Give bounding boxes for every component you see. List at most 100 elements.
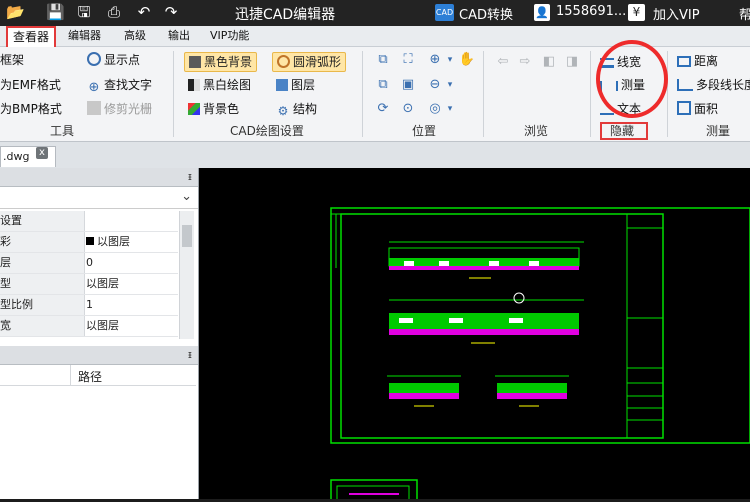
rotate-icon[interactable]: ⟳ — [374, 100, 392, 118]
frame-label: 框架 — [0, 53, 25, 67]
document-tab-label: .dwg — [3, 150, 30, 163]
pan-hand-icon[interactable]: ✋ — [458, 51, 476, 69]
yen-icon[interactable]: ¥ — [628, 4, 645, 21]
position-group-label: 位置 — [412, 124, 437, 138]
object-select-dropdown[interactable]: ⌄ — [0, 188, 198, 209]
structure-icon: ⚙ — [277, 104, 289, 118]
black-background-button[interactable]: 黑色背景 — [184, 52, 258, 72]
column-divider — [70, 365, 71, 385]
zoom-previous-icon[interactable]: ⧉ — [374, 76, 392, 94]
polyline-length-button[interactable]: 多段线长度 — [677, 76, 750, 94]
previous-page-icon[interactable]: ◧ — [540, 53, 558, 71]
zoom-out-dropdown-icon[interactable]: ▾ — [441, 76, 459, 94]
bg-color-icon — [188, 103, 200, 115]
property-row[interactable]: 型以图层 — [0, 274, 178, 295]
scale-dropdown-icon[interactable]: ▾ — [441, 100, 459, 118]
redo-icon[interactable]: ↷ — [162, 3, 180, 21]
property-key: 型 — [0, 274, 85, 294]
tab-output[interactable]: 输出 — [168, 28, 190, 44]
ribbon-divider — [173, 51, 174, 137]
tab-advanced[interactable]: 高级 — [124, 28, 146, 44]
trim-raster-icon — [87, 101, 101, 115]
cad-convert-icon[interactable]: CAD — [435, 4, 454, 21]
property-value-color: 以图层 — [86, 232, 130, 252]
property-row[interactable]: 型比例 1 — [0, 295, 178, 316]
area-button[interactable]: 面积 — [677, 100, 718, 118]
path-column-header[interactable]: 路径 — [78, 368, 102, 385]
measure-group-label: 测量 — [706, 124, 731, 138]
layers-button[interactable]: 图层 — [276, 76, 315, 94]
property-row[interactable]: 彩以图层 — [0, 232, 178, 253]
zoom-window-icon[interactable]: ⧉ — [374, 51, 392, 69]
forward-arrow-icon[interactable]: ⇨ — [516, 53, 534, 71]
undo-icon[interactable]: ↶ — [135, 3, 153, 21]
account-name[interactable]: 1558691... — [556, 4, 626, 19]
layers-label: 图层 — [291, 78, 316, 92]
scrollbar-thumb[interactable] — [182, 225, 192, 247]
distance-icon — [677, 56, 691, 67]
show-points-label: 显示点 — [104, 53, 141, 67]
bw-icon — [188, 79, 200, 91]
pin-icon[interactable]: ᵻ — [188, 170, 192, 183]
save-icon[interactable]: 💾 — [46, 3, 65, 21]
show-points-button[interactable]: 显示点 — [87, 51, 140, 69]
zoom-extents-icon[interactable]: ⛶ — [399, 51, 417, 69]
polyline-label: 多段线长度 — [696, 78, 750, 92]
elevation-drawing-4 — [495, 375, 569, 407]
user-icon[interactable]: 👤 — [534, 4, 550, 21]
open-folder-icon[interactable]: 📂 — [6, 3, 25, 21]
fit-icon[interactable]: ▣ — [399, 76, 417, 94]
zoom-dropdown-icon[interactable]: ▾ — [441, 51, 459, 69]
layers-icon — [276, 79, 288, 91]
back-arrow-icon[interactable]: ⇦ — [494, 53, 512, 71]
property-key: 型比例 — [0, 295, 85, 315]
next-page-icon[interactable]: ◨ — [563, 53, 581, 71]
save-as-icon[interactable]: 🖫 — [75, 3, 93, 21]
drawing-canvas[interactable] — [199, 168, 750, 501]
structure-label: 结构 — [293, 102, 318, 116]
join-vip-button[interactable]: 加入VIP — [653, 4, 700, 23]
property-key: 设置 — [0, 211, 85, 231]
smooth-arc-label: 圆滑弧形 — [293, 55, 342, 69]
ribbon-divider — [483, 51, 484, 137]
area-icon — [677, 101, 691, 115]
property-value: 以图层 — [86, 319, 119, 332]
distance-button[interactable]: 距离 — [677, 52, 718, 70]
export-bmp-button[interactable]: 为BMP格式 — [0, 100, 62, 118]
tab-vip[interactable]: VIP功能 — [210, 28, 249, 44]
property-row[interactable]: 宽以图层 — [0, 316, 178, 337]
highlight-box — [600, 122, 648, 140]
find-text-button[interactable]: ⊕ 查找文字 — [87, 76, 152, 95]
ribbon-divider — [590, 51, 591, 137]
realtime-zoom-icon[interactable]: ⊙ — [399, 100, 417, 118]
property-value: 以图层 — [97, 235, 130, 248]
frame-button[interactable]: 框架 — [0, 51, 24, 69]
distance-label: 距离 — [694, 54, 719, 68]
property-grid: 设置 彩以图层 层0 型以图层 型比例 1 宽以图层 — [0, 211, 198, 341]
pin-icon[interactable]: ᵻ — [188, 348, 192, 361]
print-icon[interactable]: ⎙ — [105, 3, 123, 21]
structure-button[interactable]: ⚙ 结构 — [276, 100, 317, 118]
property-row[interactable]: 设置 — [0, 211, 178, 232]
cad-convert-button[interactable]: CAD转换 — [459, 4, 513, 23]
properties-header: ᵻ — [0, 168, 198, 187]
tab-editor[interactable]: 编辑器 — [68, 28, 101, 44]
black-bg-label: 黑色背景 — [204, 55, 253, 69]
background-color-button[interactable]: 背景色 — [188, 100, 239, 118]
bw-drawing-button[interactable]: 黑白绘图 — [188, 76, 251, 94]
trim-raster-button[interactable]: 修剪光栅 — [87, 100, 152, 118]
help-button[interactable]: 帮 — [739, 4, 750, 23]
elevation-drawing-1 — [388, 241, 584, 279]
property-scrollbar[interactable] — [179, 211, 194, 339]
close-icon[interactable]: x — [36, 147, 48, 159]
elevation-drawing-3 — [387, 375, 461, 407]
properties-panel: ᵻ ⌄ 设置 彩以图层 层0 型以图层 型比例 1 宽以图层 ᵻ 路径 — [0, 168, 199, 499]
bg-color-label: 背景色 — [203, 102, 240, 116]
export-emf-button[interactable]: 为EMF格式 — [0, 76, 61, 94]
cad-drawing — [330, 207, 750, 501]
property-row[interactable]: 层0 — [0, 253, 178, 274]
points-icon — [87, 52, 101, 66]
property-value: 以图层 — [86, 277, 119, 290]
smooth-arc-button[interactable]: 圆滑弧形 — [272, 52, 347, 72]
area-label: 面积 — [694, 102, 719, 116]
